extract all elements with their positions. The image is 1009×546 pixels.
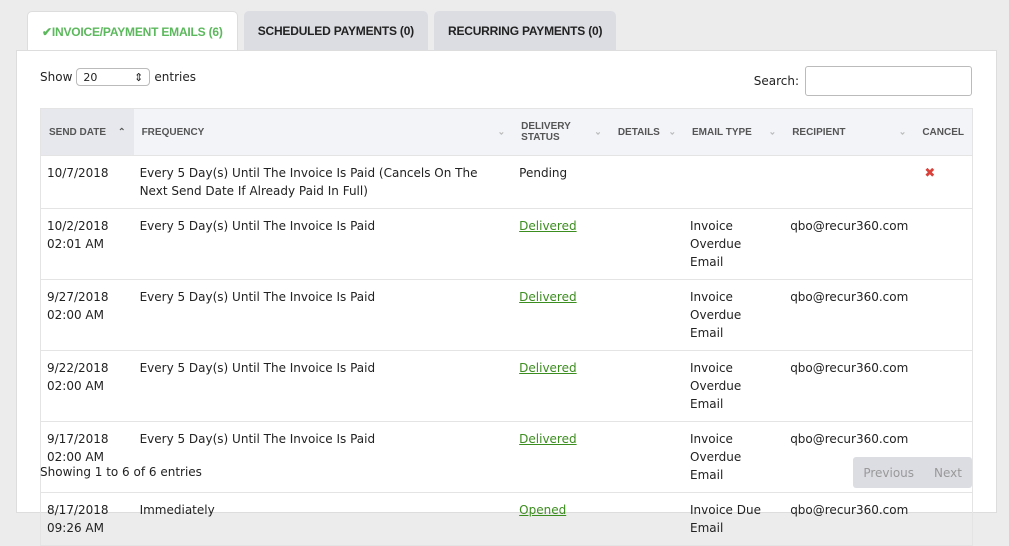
column-header[interactable]: DETAILS ⌄ bbox=[609, 108, 685, 156]
sort-icon: ⌄ bbox=[594, 126, 602, 137]
column-header[interactable]: SEND DATE ⌃ bbox=[40, 108, 134, 156]
next-button[interactable]: Next bbox=[924, 466, 972, 480]
table-row: 8/17/2018 09:26 AM Immediately Opened Inv… bbox=[40, 492, 973, 546]
sort-icon: ⌄ bbox=[668, 126, 677, 137]
tabs: ✔ INVOICE/PAYMENT EMAILS (6) SCHEDULED PA… bbox=[27, 11, 617, 51]
sort-icon: ⌄ bbox=[497, 126, 506, 137]
tab-scheduled-payments[interactable]: SCHEDULED PAYMENTS (0) bbox=[243, 11, 428, 51]
column-header[interactable]: CANCEL bbox=[914, 108, 973, 156]
search-control: Search: bbox=[754, 66, 972, 96]
tab-panel: Show 20 ⇕ entries Search: SEND DATE ⌃ FREQU… bbox=[16, 50, 997, 546]
length-control: Show 20 ⇕ entries bbox=[40, 68, 196, 86]
updown-icon: ⇕ bbox=[134, 70, 144, 84]
table-row: 9/27/2018 02:00 AM Every 5 Day(s) Until T… bbox=[40, 279, 973, 351]
search-input[interactable] bbox=[805, 66, 972, 96]
column-header[interactable]: RECIPIENT ⌄ bbox=[784, 108, 915, 156]
check-icon: ✔ bbox=[42, 24, 52, 39]
sort-icon: ⌄ bbox=[898, 126, 907, 137]
table-row: 10/7/2018 Every 5 Day(s) Until The Invoi… bbox=[40, 155, 973, 209]
emails-table: SEND DATE ⌃ FREQUENCY ⌄ DELIVERY STATUS ⌄ DETA… bbox=[40, 108, 973, 546]
table-row: 9/22/2018 02:00 AM Every 5 Day(s) Until T… bbox=[40, 350, 973, 422]
previous-button[interactable]: Previous bbox=[853, 466, 924, 480]
delivery-status-link[interactable]: Delivered bbox=[519, 361, 576, 375]
sort-asc-icon: ⌃ bbox=[118, 126, 126, 137]
delivery-status-link[interactable]: Delivered bbox=[519, 290, 576, 304]
table-row: 9/17/2018 02:00 AM Every 5 Day(s) Until T… bbox=[40, 421, 973, 493]
column-header[interactable]: FREQUENCY ⌄ bbox=[133, 108, 514, 156]
table-row: 10/2/2018 02:01 AM Every 5 Day(s) Until T… bbox=[40, 208, 973, 280]
delivery-status-link[interactable]: Delivered bbox=[519, 432, 576, 446]
sort-icon: ⌄ bbox=[768, 126, 777, 137]
delivery-status-link[interactable]: Opened bbox=[519, 503, 566, 517]
table-info: Showing 1 to 6 of 6 entries bbox=[40, 465, 202, 479]
cancel-icon[interactable]: ✖ bbox=[924, 166, 935, 181]
tab-invoice-payment-emails[interactable]: ✔ INVOICE/PAYMENT EMAILS (6) bbox=[27, 11, 238, 51]
delivery-status-link[interactable]: Delivered bbox=[519, 219, 576, 233]
entries-select[interactable]: 20 ⇕ bbox=[76, 68, 151, 86]
column-header[interactable]: DELIVERY STATUS ⌄ bbox=[513, 108, 610, 156]
pagination: Previous Next bbox=[853, 457, 972, 488]
column-header[interactable]: EMAIL TYPE ⌄ bbox=[684, 108, 785, 156]
tab-recurring-payments[interactable]: RECURRING PAYMENTS (0) bbox=[433, 11, 617, 51]
